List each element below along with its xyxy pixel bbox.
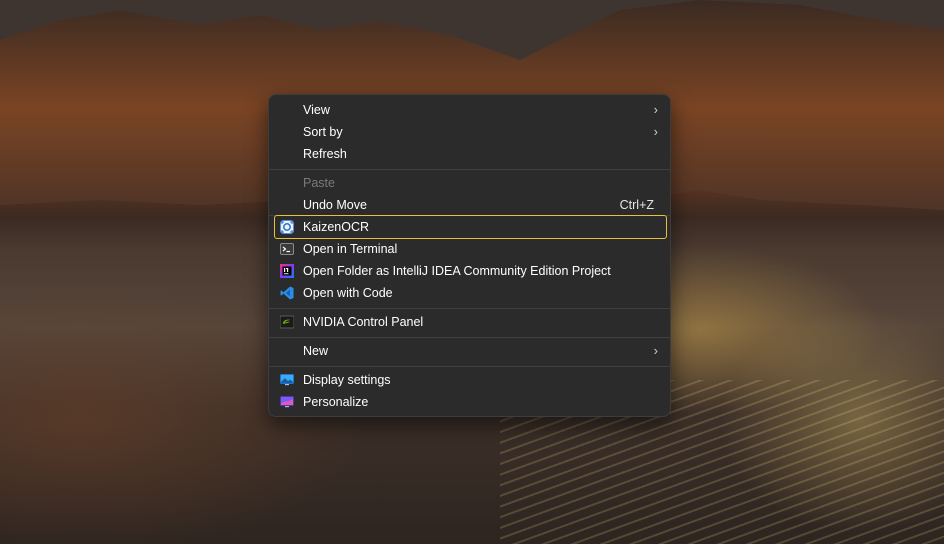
menu-item-label: New	[303, 344, 329, 358]
menu-item-view[interactable]: View ›	[275, 99, 666, 121]
display-settings-icon	[280, 374, 294, 386]
menu-item-nvidia-control-panel[interactable]: NVIDIA Control Panel	[275, 311, 666, 333]
personalize-icon	[280, 396, 294, 408]
intellij-icon	[280, 264, 294, 278]
menu-item-open-intellij-project[interactable]: Open Folder as IntelliJ IDEA Community E…	[275, 260, 666, 282]
menu-item-label: Display settings	[303, 373, 391, 387]
menu-item-kaizenocr[interactable]: KaizenOCR	[274, 215, 667, 239]
menu-item-label: Sort by	[303, 125, 343, 139]
menu-item-label: Personalize	[303, 395, 369, 409]
menu-item-label: Refresh	[303, 147, 347, 161]
menu-item-paste[interactable]: Paste	[275, 172, 666, 194]
chevron-right-icon: ›	[653, 124, 658, 139]
menu-item-label: Undo Move	[303, 198, 367, 212]
desktop-context-menu: View › Sort by › Refresh Paste Undo Move…	[268, 94, 671, 417]
menu-item-label: Paste	[303, 176, 335, 190]
menu-separator	[269, 337, 670, 338]
kaizenocr-icon	[280, 220, 294, 234]
menu-separator	[269, 169, 670, 170]
menu-item-label: Open in Terminal	[303, 242, 398, 256]
menu-item-open-with-code[interactable]: Open with Code	[275, 282, 666, 304]
menu-item-display-settings[interactable]: Display settings	[275, 369, 666, 391]
menu-item-sort-by[interactable]: Sort by ›	[275, 121, 666, 143]
menu-item-undo-move[interactable]: Undo Move Ctrl+Z	[275, 194, 666, 216]
menu-item-label: KaizenOCR	[303, 220, 369, 234]
menu-item-label: Open with Code	[303, 286, 393, 300]
menu-item-label: Open Folder as IntelliJ IDEA Community E…	[303, 264, 611, 278]
shortcut-label: Ctrl+Z	[619, 198, 654, 212]
menu-item-personalize[interactable]: Personalize	[275, 391, 666, 413]
chevron-right-icon: ›	[653, 102, 658, 117]
menu-separator	[269, 366, 670, 367]
menu-item-refresh[interactable]: Refresh	[275, 143, 666, 165]
menu-item-label: View	[303, 103, 330, 117]
vscode-icon	[280, 286, 294, 300]
menu-item-new[interactable]: New ›	[275, 340, 666, 362]
terminal-icon	[280, 243, 294, 255]
menu-separator	[269, 308, 670, 309]
nvidia-icon	[280, 315, 294, 329]
menu-item-label: NVIDIA Control Panel	[303, 315, 424, 329]
menu-item-open-in-terminal[interactable]: Open in Terminal	[275, 238, 666, 260]
chevron-right-icon: ›	[653, 343, 658, 358]
